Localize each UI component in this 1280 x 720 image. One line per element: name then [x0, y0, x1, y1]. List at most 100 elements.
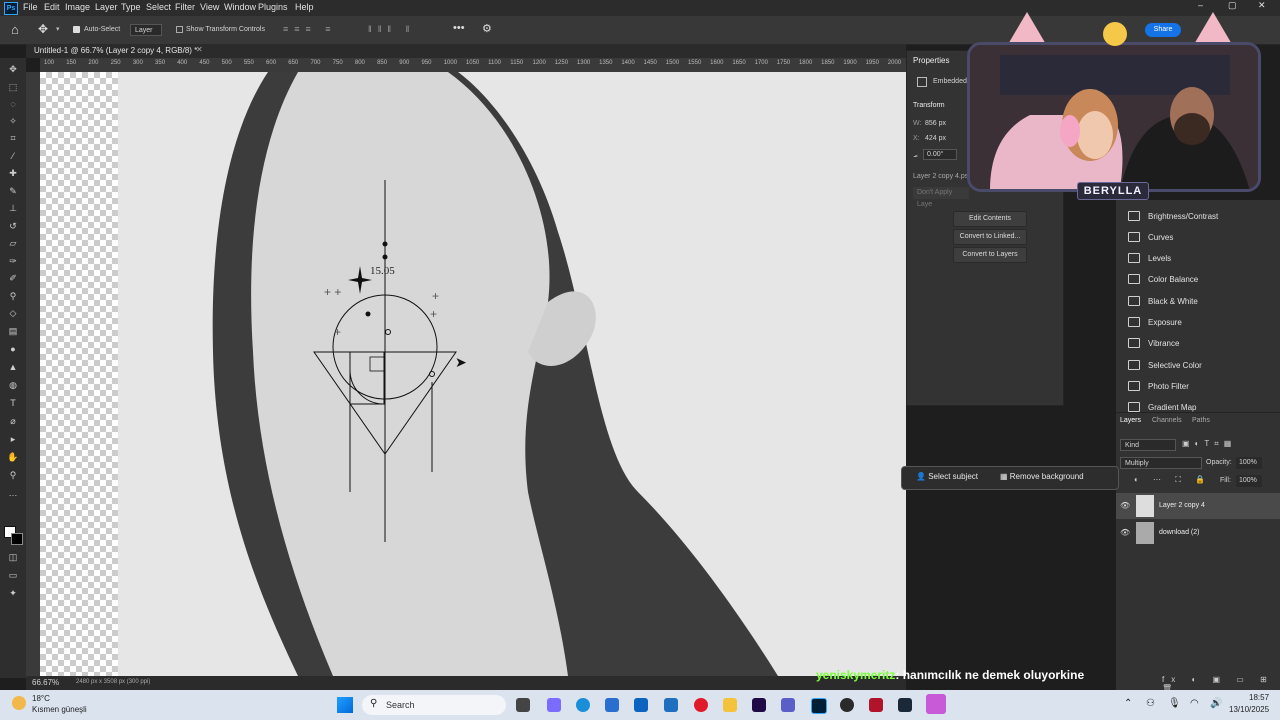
blur-tool-icon[interactable]: ●	[7, 344, 19, 354]
blend-mode-select[interactable]: Multiply	[1120, 457, 1202, 469]
layer-select[interactable]: Layer	[130, 24, 162, 36]
path-select-tool-icon[interactable]: ▸	[7, 434, 19, 444]
monitor-icon[interactable]	[664, 698, 678, 712]
close-icon[interactable]: ✕	[1258, 0, 1266, 11]
dodge-tool-icon[interactable]: ▲	[7, 362, 19, 372]
edit-contents-button[interactable]: Edit Contents	[953, 211, 1027, 227]
angle-field[interactable]: 0.00°	[923, 149, 957, 160]
discord-icon[interactable]	[926, 694, 946, 714]
document-tab[interactable]: Untitled-1 @ 66.7% (Layer 2 copy 4, RGB/…	[34, 46, 197, 55]
hand-tool-icon[interactable]: ✋	[7, 452, 19, 462]
eye-icon[interactable]: 👁	[1120, 501, 1130, 510]
more-tools-icon[interactable]: …	[7, 488, 19, 498]
gear-icon[interactable]: ⚙	[482, 22, 492, 35]
menu-type[interactable]: Type	[121, 2, 141, 12]
tab-close-icon[interactable]: ✕	[196, 45, 203, 54]
photoshop-logo-icon[interactable]: Ps	[4, 2, 18, 15]
tray-chevron-icon[interactable]: ⌃	[1124, 698, 1132, 709]
width-field[interactable]: 856 px	[925, 120, 946, 127]
minimize-icon[interactable]: –	[1198, 0, 1203, 10]
menu-filter[interactable]: Filter	[175, 2, 195, 12]
microphone-icon[interactable]: 🎙	[1168, 698, 1181, 709]
chevron-down-icon[interactable]: ▾	[56, 25, 60, 33]
show-transform-checkbox[interactable]	[176, 26, 183, 33]
lock-icons[interactable]: ◐ ⋯ ⛶ 🔒	[1134, 475, 1211, 485]
screen-mode-icon[interactable]: ▭	[7, 570, 19, 580]
more-options-icon[interactable]: •••	[453, 22, 465, 34]
opera-icon[interactable]	[694, 698, 708, 712]
stamp2-tool-icon[interactable]: ⚲	[7, 291, 19, 301]
copilot-icon[interactable]	[547, 698, 561, 712]
layer-filter-icons[interactable]: ▣◐T⌗▦	[1182, 439, 1236, 449]
menu-view[interactable]: View	[200, 2, 219, 12]
app-icon[interactable]	[840, 698, 854, 712]
steam-icon[interactable]	[898, 698, 912, 712]
move-tool-icon[interactable]: ✥	[7, 64, 19, 74]
photoshop-taskbar-icon[interactable]	[811, 698, 827, 714]
layer-row[interactable]: 👁 download (2)	[1116, 520, 1280, 546]
file-explorer-icon[interactable]	[723, 698, 737, 712]
gradient-tool-icon[interactable]: ▤	[7, 326, 19, 336]
edge-icon[interactable]	[576, 698, 590, 712]
outlook-icon[interactable]	[634, 698, 648, 712]
adjustment-black-white[interactable]: Black & White	[1128, 293, 1198, 309]
x-field[interactable]: 424 px	[925, 135, 946, 142]
convert-layers-button[interactable]: Convert to Layers	[953, 247, 1027, 263]
move-tool-icon[interactable]: ✥	[38, 22, 48, 36]
pen-path-tool-icon[interactable]: ⌀	[7, 416, 19, 426]
layer-name[interactable]: download (2)	[1159, 529, 1199, 536]
menu-file[interactable]: File	[23, 2, 38, 12]
brush-tool-icon[interactable]: ✎	[7, 186, 19, 196]
menu-select[interactable]: Select	[146, 2, 171, 12]
eyedropper-tool-icon[interactable]: ⁄	[7, 151, 19, 161]
adjustment-brightness[interactable]: Brightness/Contrast	[1128, 208, 1218, 224]
weather-icon[interactable]	[12, 696, 26, 710]
remove-background-button[interactable]: ▦ Remove background	[1000, 472, 1084, 481]
teams-icon[interactable]	[781, 698, 795, 712]
kind-filter[interactable]: Kind	[1120, 439, 1176, 451]
generative-icon[interactable]: ✦	[7, 588, 19, 598]
quick-mask-icon[interactable]: ◫	[7, 552, 19, 562]
distribute-icons[interactable]: ‖‖‖ ‖	[368, 24, 415, 34]
task-view-icon[interactable]	[516, 698, 530, 712]
volume-icon[interactable]: 🔊	[1210, 698, 1222, 709]
taskbar-search[interactable]: ⚲ Search	[362, 695, 506, 715]
dota-icon[interactable]	[869, 698, 883, 712]
adjustment-curves[interactable]: Curves	[1128, 229, 1173, 245]
eye-icon[interactable]: 👁	[1120, 528, 1130, 537]
menu-window[interactable]: Plugins	[258, 2, 288, 12]
menu-plugins[interactable]: Window	[224, 2, 256, 12]
tab-layers[interactable]: Layers	[1120, 417, 1141, 424]
pen-tool-icon[interactable]: ✑	[7, 256, 19, 266]
background-color-swatch[interactable]	[11, 533, 23, 545]
crop-tool-icon[interactable]: ⌗	[7, 133, 19, 143]
share-button[interactable]: Share	[1145, 23, 1181, 37]
adjustment-color-balance[interactable]: Color Balance	[1128, 271, 1198, 287]
adjustment-selective-color[interactable]: Selective Color	[1128, 357, 1202, 373]
history-brush-icon[interactable]: ↺	[7, 221, 19, 231]
magic-wand-tool-icon[interactable]: ✧	[7, 116, 19, 126]
store-icon[interactable]	[605, 698, 619, 712]
wifi-icon[interactable]: ◠	[1190, 698, 1199, 709]
layer-row[interactable]: 👁 Layer 2 copy 4	[1116, 493, 1280, 519]
sponge-tool-icon[interactable]: ◍	[7, 380, 19, 390]
healing-tool-icon[interactable]: ✚	[7, 168, 19, 178]
type-tool-icon[interactable]: T	[7, 398, 19, 408]
adjustment-exposure[interactable]: Exposure	[1128, 314, 1182, 330]
dont-apply-button[interactable]: Don't Apply Laye	[913, 187, 969, 208]
zoom-tool-icon[interactable]: ⚲	[7, 470, 19, 480]
marquee-tool-icon[interactable]: ⬚	[7, 82, 19, 92]
align-icons[interactable]: ≡≡≡ ≡	[283, 24, 337, 34]
clock-date[interactable]: 13/10/2025	[1229, 705, 1269, 714]
layer-name[interactable]: Layer 2 copy 4	[1159, 502, 1205, 509]
home-icon[interactable]: ⌂	[11, 22, 19, 37]
opacity-field[interactable]: 100%	[1236, 457, 1262, 469]
eraser2-tool-icon[interactable]: ◇	[7, 308, 19, 318]
adjustment-photo-filter[interactable]: Photo Filter	[1128, 378, 1189, 394]
menu-help[interactable]: Help	[295, 2, 314, 12]
zoom-level[interactable]: 66.67%	[32, 678, 59, 687]
adjustment-vibrance[interactable]: Vibrance	[1128, 335, 1179, 351]
brush2-tool-icon[interactable]: ✐	[7, 273, 19, 283]
fill-field[interactable]: 100%	[1236, 475, 1262, 487]
menu-layer[interactable]: Layer	[95, 2, 118, 12]
